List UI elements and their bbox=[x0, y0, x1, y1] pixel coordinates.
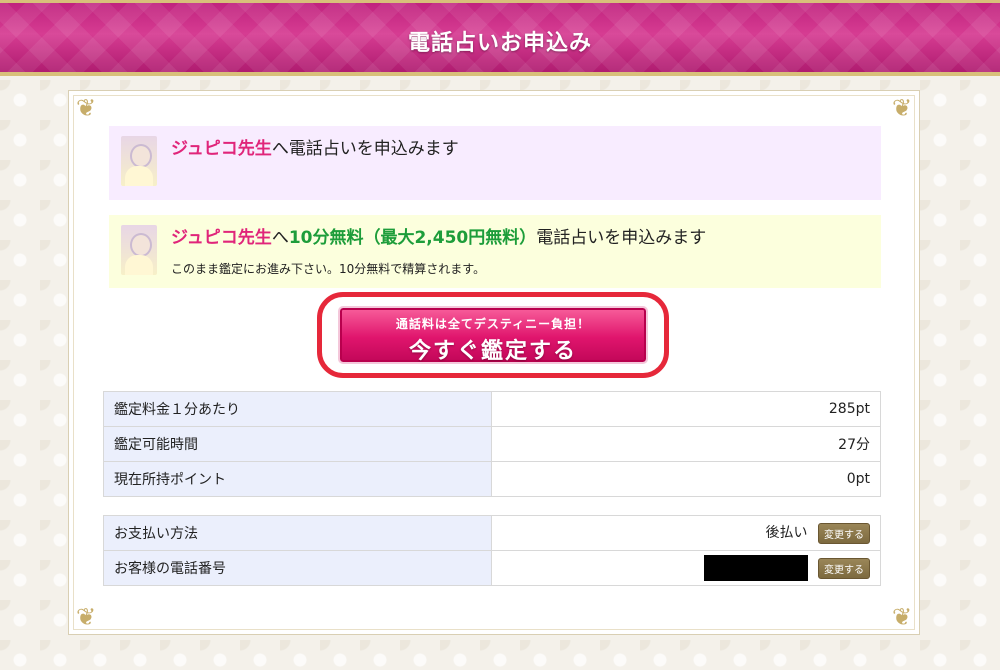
fee-info-table: 鑑定料金１分あたり 285pt 鑑定可能時間 27分 現在所持ポイント 0pt bbox=[103, 391, 881, 497]
phone-number-cell: 変更する bbox=[491, 550, 881, 586]
teacher-avatar bbox=[121, 225, 157, 275]
change-phone-button[interactable]: 変更する bbox=[818, 557, 870, 579]
teacher-name: ジュピコ先生 bbox=[171, 139, 272, 159]
teacher-name: ジュピコ先生 bbox=[171, 228, 272, 248]
account-info-table: お支払い方法 後払い 変更する お客様の電話番号 変更する bbox=[103, 515, 881, 586]
row-value: 0pt bbox=[491, 461, 881, 497]
row-value: 285pt bbox=[491, 391, 881, 427]
table-row: 現在所持ポイント 0pt bbox=[103, 461, 881, 497]
page-header: 電話占いお申込み bbox=[0, 0, 1000, 76]
payment-method-cell: 後払い 変更する bbox=[491, 515, 881, 551]
teacher-avatar bbox=[121, 136, 157, 186]
free-offer-notice: ジュピコ先生へ10分無料（最大2,450円無料）電話占いを申込みます このまま鑑… bbox=[109, 215, 881, 288]
ornament-icon: ❦ bbox=[891, 94, 913, 122]
phone-number-label: お客様の電話番号 bbox=[103, 550, 492, 586]
offer-text: ジュピコ先生へ10分無料（最大2,450円無料）電話占いを申込みます bbox=[171, 223, 706, 248]
row-value: 27分 bbox=[491, 426, 881, 462]
redacted-phone-number bbox=[703, 555, 808, 581]
cta-subtext: 通話料は全てデスティニー負担！ bbox=[395, 317, 591, 331]
payment-method-value: 後払い bbox=[765, 525, 808, 542]
payment-method-label: お支払い方法 bbox=[103, 515, 492, 551]
connector-text: へ bbox=[271, 228, 289, 248]
notice-text: ジュピコ先生へ電話占いを申込みます bbox=[171, 134, 459, 159]
cta-label: 今すぐ鑑定する bbox=[408, 338, 577, 364]
row-label: 鑑定可能時間 bbox=[103, 426, 492, 462]
free-offer-text: 10分無料（最大2,450円無料） bbox=[288, 228, 537, 248]
ornament-icon: ❦ bbox=[75, 94, 97, 122]
table-row: お支払い方法 後払い 変更する bbox=[103, 515, 881, 551]
start-reading-button[interactable]: 通話料は全てデスティニー負担！ 今すぐ鑑定する bbox=[338, 306, 648, 364]
page-title: 電話占いお申込み bbox=[407, 31, 592, 56]
row-label: 現在所持ポイント bbox=[103, 461, 492, 497]
change-payment-button[interactable]: 変更する bbox=[818, 522, 870, 544]
application-notice: ジュピコ先生へ電話占いを申込みます bbox=[109, 126, 881, 200]
ornament-icon: ❦ bbox=[75, 603, 97, 631]
application-panel: ❦ ❦ ❦ ❦ ジュピコ先生へ電話占いを申込みます ジュピコ先生へ10分無料（最… bbox=[68, 90, 920, 635]
table-row: 鑑定可能時間 27分 bbox=[103, 426, 881, 462]
cta-highlight: 通話料は全てデスティニー負担！ 今すぐ鑑定する bbox=[317, 292, 669, 378]
offer-subtext: このまま鑑定にお進み下さい。10分無料で精算されます。 bbox=[171, 262, 486, 276]
notice-message: へ電話占いを申込みます bbox=[271, 139, 459, 159]
offer-message: 電話占いを申込みます bbox=[536, 228, 707, 248]
ornament-icon: ❦ bbox=[891, 603, 913, 631]
table-row: 鑑定料金１分あたり 285pt bbox=[103, 391, 881, 427]
row-label: 鑑定料金１分あたり bbox=[103, 391, 492, 427]
table-row: お客様の電話番号 変更する bbox=[103, 550, 881, 586]
